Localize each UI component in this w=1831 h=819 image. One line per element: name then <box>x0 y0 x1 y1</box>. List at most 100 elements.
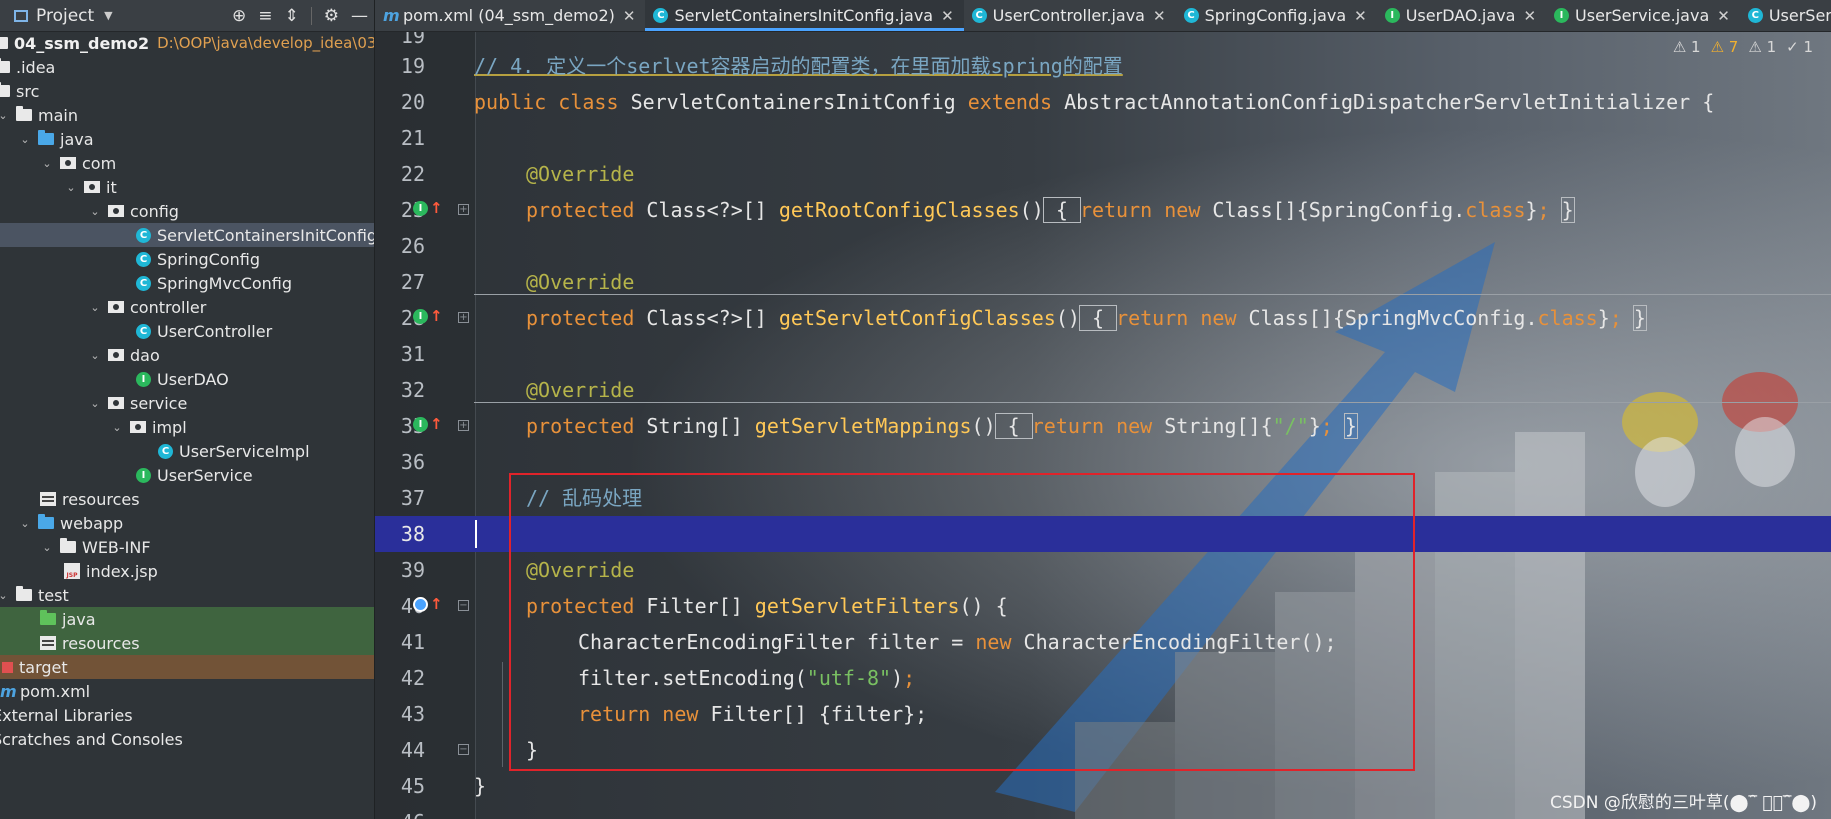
tree-item-webapp[interactable]: ⌄ webapp <box>0 511 374 535</box>
chevron-down-icon[interactable]: ⌄ <box>88 205 102 218</box>
line-number[interactable]: 20 <box>375 84 425 120</box>
tree-item-external-libraries[interactable]: External Libraries <box>0 703 374 727</box>
line-number[interactable]: 21 <box>375 120 425 156</box>
tab-usercontroller[interactable]: C UserController.java ✕ <box>964 0 1176 31</box>
close-icon[interactable]: ✕ <box>1717 7 1730 25</box>
tree-item-src[interactable]: src <box>0 79 374 103</box>
project-panel-header: Project ▼ ⊕ ≡ ⇕ ⚙ — <box>0 0 374 32</box>
locate-file-icon[interactable]: ⊕ <box>232 6 246 26</box>
tree-item-web-inf[interactable]: ⌄ WEB-INF <box>0 535 374 559</box>
line-number[interactable]: 32 <box>375 372 425 408</box>
line-number[interactable]: 39 <box>375 552 425 588</box>
tree-item-controller[interactable]: ⌄ controller <box>0 295 374 319</box>
project-view-selector[interactable]: Project ▼ <box>14 6 113 26</box>
line-number[interactable]: 38 <box>375 516 425 552</box>
code-text: } <box>474 774 487 798</box>
line-number[interactable]: 22 <box>375 156 425 192</box>
code-line: 21 <box>375 120 1831 156</box>
gear-icon[interactable]: ⚙ <box>324 6 339 26</box>
chevron-down-icon[interactable]: ⌄ <box>18 133 32 146</box>
tree-item-userservice[interactable]: I UserService <box>0 463 374 487</box>
tree-item-impl[interactable]: ⌄ impl <box>0 415 374 439</box>
tree-item-main[interactable]: ⌄ main <box>0 103 374 127</box>
fold-expand-icon[interactable]: + <box>458 312 469 323</box>
line-number[interactable]: 46 <box>375 804 425 819</box>
tree-item-pom-xml[interactable]: m pom.xml <box>0 679 374 703</box>
tab-springconfig[interactable]: C SpringConfig.java ✕ <box>1176 0 1377 31</box>
chevron-down-icon[interactable]: ⌄ <box>88 349 102 362</box>
tree-item-index-jsp[interactable]: JSP index.jsp <box>0 559 374 583</box>
line-number[interactable]: 36 <box>375 444 425 480</box>
annotation: @Override <box>526 162 635 186</box>
fold-collapse-icon[interactable]: − <box>458 600 469 611</box>
code-line: 22 @Override <box>375 156 1831 192</box>
chevron-down-icon[interactable]: ⌄ <box>64 181 78 194</box>
line-number[interactable]: 45 <box>375 768 425 804</box>
fold-end-icon[interactable]: − <box>458 744 469 755</box>
line-number[interactable]: 42 <box>375 660 425 696</box>
code-editor[interactable]: ⚠ 1 ⚠ 7 ⚠ 1 ✓ 1 19 19 // 4. 定义一个serlvet容… <box>375 32 1831 819</box>
chevron-down-icon[interactable]: ⌄ <box>88 397 102 410</box>
tree-item-springconfig[interactable]: C SpringConfig <box>0 247 374 271</box>
close-icon[interactable]: ✕ <box>1153 7 1166 25</box>
tree-item-test[interactable]: ⌄ test <box>0 583 374 607</box>
implements-gutter-icon[interactable]: I ↑ <box>413 309 443 324</box>
overrides-gutter-icon[interactable]: ↑ <box>413 597 443 612</box>
fold-expand-icon[interactable]: + <box>458 204 469 215</box>
class-icon: C <box>1747 8 1763 23</box>
close-icon[interactable]: ✕ <box>1354 7 1367 25</box>
chevron-down-icon[interactable]: ⌄ <box>18 517 32 530</box>
tab-servletcontainersinitconfig[interactable]: C ServletContainersInitConfig.java ✕ <box>645 0 964 31</box>
tree-item-label: UserDAO <box>157 369 229 389</box>
chevron-down-icon[interactable]: ⌄ <box>0 109 10 122</box>
tree-item-java[interactable]: ⌄ java <box>0 127 374 151</box>
tree-item-dao[interactable]: ⌄ dao <box>0 343 374 367</box>
line-number[interactable]: 19 <box>375 48 425 84</box>
tree-item-config[interactable]: ⌄ config <box>0 199 374 223</box>
implements-gutter-icon[interactable]: I ↑ <box>413 201 443 216</box>
tree-item-test-java[interactable]: java <box>0 607 374 631</box>
tab-userserviceimpl[interactable]: C UserServiceImpl.ja <box>1740 0 1831 31</box>
keyword: class <box>558 90 619 114</box>
tab-pom-xml[interactable]: m pom.xml (04_ssm_demo2) ✕ <box>375 0 645 31</box>
tree-item-userserviceimpl[interactable]: C UserServiceImpl <box>0 439 374 463</box>
chevron-down-icon[interactable]: ⌄ <box>88 301 102 314</box>
chevron-down-icon[interactable]: ⌄ <box>40 157 54 170</box>
expand-all-icon[interactable]: ≡ <box>258 6 272 26</box>
chevron-down-icon[interactable]: ⌄ <box>0 589 10 602</box>
collapse-all-icon[interactable]: ⇕ <box>285 6 299 26</box>
line-number[interactable]: 27 <box>375 264 425 300</box>
tab-userservice[interactable]: I UserService.java ✕ <box>1546 0 1740 31</box>
close-icon[interactable]: ✕ <box>1523 7 1536 25</box>
tree-item-scratches[interactable]: Scratches and Consoles <box>0 727 374 751</box>
line-number[interactable]: 31 <box>375 336 425 372</box>
hide-panel-icon[interactable]: — <box>351 6 368 26</box>
tree-item-target[interactable]: target <box>0 655 374 679</box>
tree-item-springmvcconfig[interactable]: C SpringMvcConfig <box>0 271 374 295</box>
chevron-down-icon[interactable]: ⌄ <box>40 541 54 554</box>
line-number[interactable]: 43 <box>375 696 425 732</box>
tree-item-resources[interactable]: resources <box>0 487 374 511</box>
line-number[interactable]: 41 <box>375 624 425 660</box>
line-number[interactable]: 44 <box>375 732 425 768</box>
tree-item-service[interactable]: ⌄ service <box>0 391 374 415</box>
line-number[interactable]: 37 <box>375 480 425 516</box>
tree-item-module[interactable]: 04_ssm_demo2 D:\OOP\java\develop_idea\03… <box>0 31 374 55</box>
tree-item-test-resources[interactable]: resources <box>0 631 374 655</box>
tree-item-label: dao <box>130 345 160 365</box>
tree-item-label: 04_ssm_demo2 <box>14 33 150 53</box>
tree-item-com[interactable]: ⌄ com <box>0 151 374 175</box>
tree-item-usercontroller[interactable]: C UserController <box>0 319 374 343</box>
tree-item-it[interactable]: ⌄ it <box>0 175 374 199</box>
tree-item-servletcontainersinitconfig[interactable]: C ServletContainersInitConfig <box>0 223 374 247</box>
tab-userdao[interactable]: I UserDAO.java ✕ <box>1377 0 1546 31</box>
tree-item-userdao[interactable]: I UserDAO <box>0 367 374 391</box>
code-line: 33 I↑ + protected String[] getServletMap… <box>375 408 1831 444</box>
close-icon[interactable]: ✕ <box>623 7 636 25</box>
implements-gutter-icon[interactable]: I ↑ <box>413 417 443 432</box>
line-number[interactable]: 26 <box>375 228 425 264</box>
fold-expand-icon[interactable]: + <box>458 420 469 431</box>
tree-item-idea[interactable]: .idea <box>0 55 374 79</box>
chevron-down-icon[interactable]: ⌄ <box>110 421 124 434</box>
close-icon[interactable]: ✕ <box>941 7 954 25</box>
